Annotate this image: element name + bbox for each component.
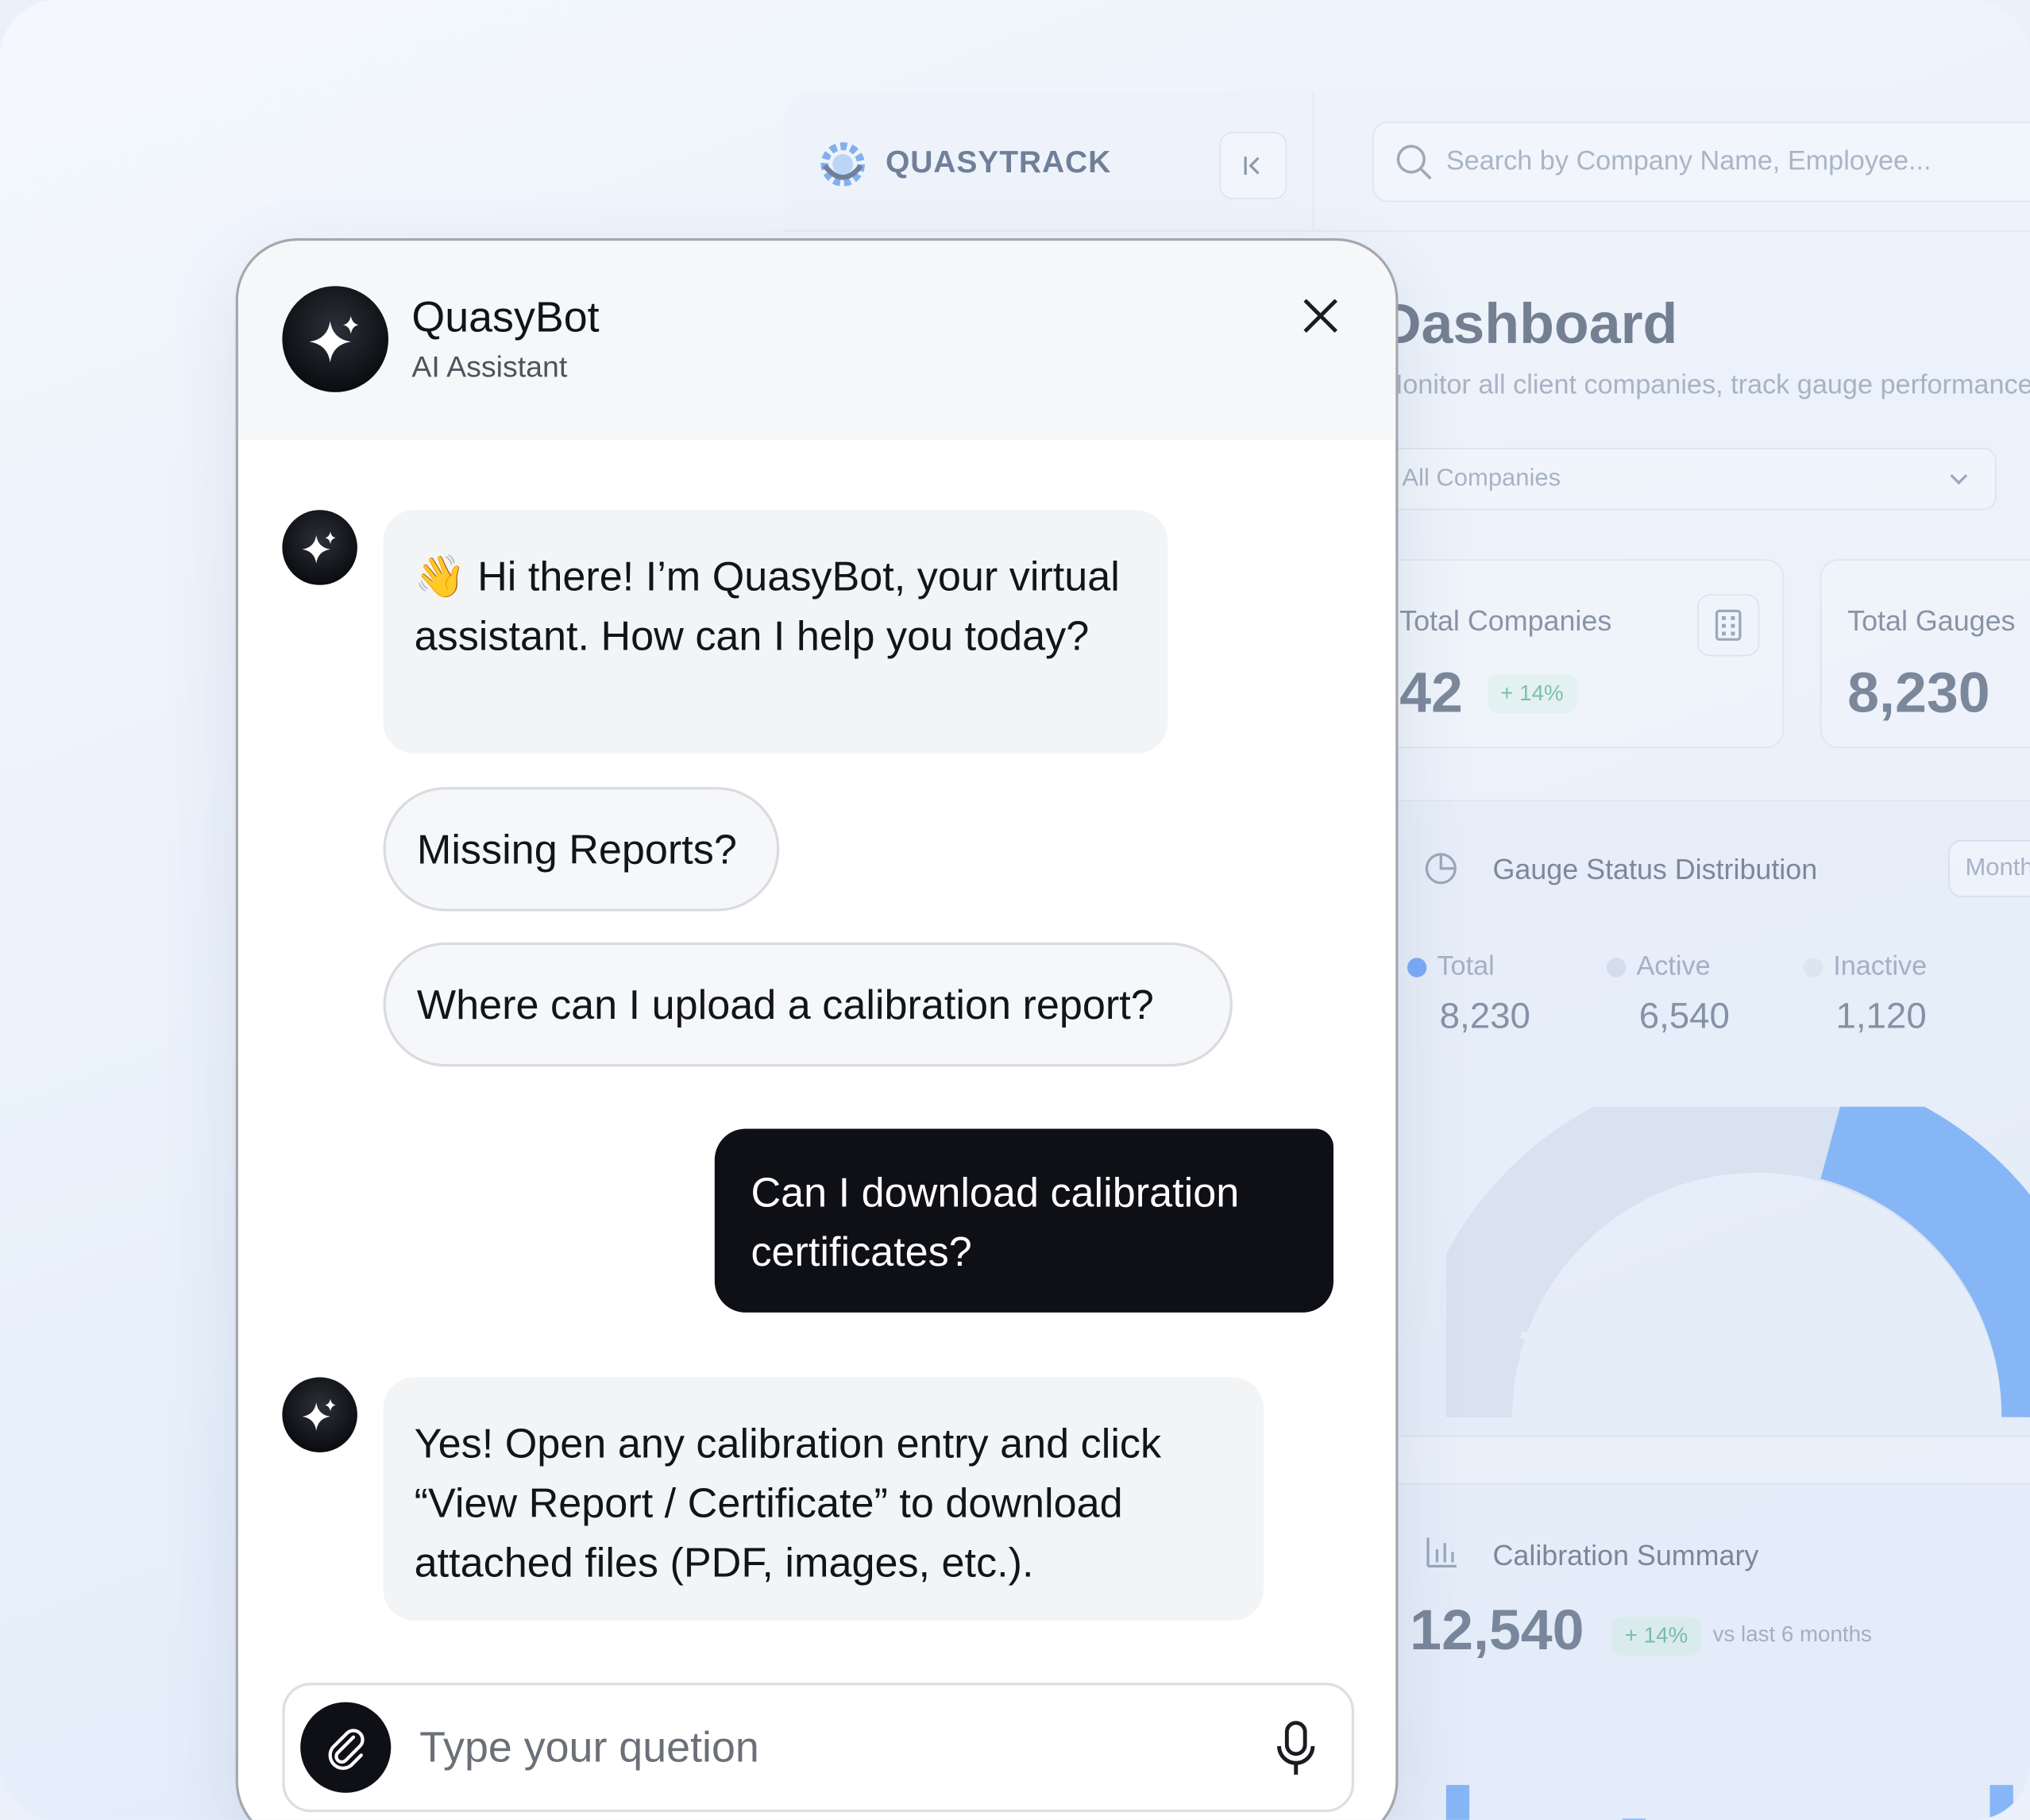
sidebar-divider bbox=[1312, 91, 1314, 231]
calibration-summary-panel: Calibration Summary 12,540 + 14% vs last… bbox=[1377, 1483, 2030, 1820]
sparkle-icon bbox=[302, 1398, 336, 1431]
calibration-bar bbox=[1989, 1784, 2013, 1820]
legend-item-total: Total 8,230 bbox=[1407, 951, 1530, 1037]
paperclip-icon bbox=[328, 1729, 365, 1770]
sparkle-icon bbox=[302, 531, 336, 564]
calibration-bar bbox=[1445, 1784, 1470, 1820]
calibration-total: 12,540 bbox=[1410, 1598, 1584, 1663]
question-input[interactable] bbox=[419, 1714, 1222, 1782]
gauge-status-chart bbox=[1445, 1106, 2030, 1418]
bot-avatar-small bbox=[282, 1377, 357, 1452]
page-title: Dashboard bbox=[1380, 292, 1678, 357]
company-filter-value: All Companies bbox=[1402, 465, 1561, 492]
gauge-segment-active bbox=[1820, 1106, 2030, 1418]
pie-chart-icon-box bbox=[1415, 843, 1467, 894]
suggestion-chip[interactable]: Where can I upload a calibration report? bbox=[383, 942, 1233, 1067]
legend-dot bbox=[1606, 957, 1627, 977]
building-icon bbox=[1715, 609, 1742, 641]
page-subtitle: Monitor all client companies, track gaug… bbox=[1380, 370, 2030, 400]
sparkle-icon bbox=[309, 315, 359, 363]
bar-chart-icon bbox=[1426, 1537, 1457, 1568]
company-filter-select[interactable]: All Companies bbox=[1380, 448, 1997, 511]
panel-title: Gauge Status Distribution bbox=[1492, 853, 1818, 885]
legend-dot bbox=[1803, 957, 1824, 977]
period-value: Monthly bbox=[1965, 854, 2030, 882]
stat-label: Total Companies bbox=[1399, 604, 1612, 638]
close-chat-button[interactable] bbox=[1295, 290, 1346, 341]
collapse-sidebar-icon bbox=[1244, 156, 1260, 175]
legend-value: 8,230 bbox=[1439, 995, 1530, 1036]
bot-role: AI Assistant bbox=[411, 349, 568, 384]
search-placeholder: Search by Company Name, Employee... bbox=[1445, 146, 1932, 176]
bot-message-greeting: 👋 Hi there! I’m QuasyBot, your virtual a… bbox=[383, 510, 1168, 754]
legend-item-inactive: Inactive 1,120 bbox=[1803, 951, 1928, 1037]
legend-label: Total bbox=[1437, 951, 1495, 981]
pie-chart-icon bbox=[1425, 853, 1457, 885]
user-message: Can I download calibration certificates? bbox=[714, 1128, 1334, 1313]
legend-item-active: Active 6,540 bbox=[1606, 951, 1730, 1037]
app-stage: QUASYTRACK Search by Company Name, Emplo… bbox=[0, 0, 2030, 1820]
bot-avatar-small bbox=[282, 510, 357, 585]
calibration-note: vs last 6 months bbox=[1712, 1621, 1872, 1647]
microphone-icon bbox=[1277, 1721, 1315, 1775]
stat-card-total-gauges[interactable]: Total Gauges 8,230 bbox=[1820, 559, 2030, 749]
bot-message-reply: Yes! Open any calibration entry and clic… bbox=[383, 1377, 1264, 1621]
bot-name: QuasyBot bbox=[411, 292, 600, 341]
stat-value: 42 bbox=[1399, 661, 1463, 725]
search-icon bbox=[1396, 145, 1432, 180]
close-icon bbox=[1303, 299, 1337, 334]
brand-logo[interactable]: QUASYTRACK bbox=[813, 137, 1111, 189]
collapse-sidebar-button[interactable] bbox=[1219, 132, 1287, 200]
stat-label: Total Gauges bbox=[1847, 604, 2016, 638]
legend-value: 1,120 bbox=[1835, 995, 1927, 1036]
logo-gear-icon bbox=[820, 142, 865, 187]
suggestion-chip[interactable]: Missing Reports? bbox=[383, 787, 780, 912]
legend-label: Active bbox=[1636, 951, 1711, 981]
voice-input-button[interactable] bbox=[1261, 1714, 1331, 1783]
stat-change-badge: + 14% bbox=[1487, 674, 1577, 714]
legend-value: 6,540 bbox=[1638, 995, 1730, 1036]
panel-title: Calibration Summary bbox=[1492, 1539, 1759, 1571]
bar-chart-icon-box bbox=[1415, 1526, 1467, 1578]
chat-header: QuasyBot AI Assistant bbox=[237, 241, 1396, 441]
chevron-down-icon bbox=[1950, 474, 1968, 485]
legend-label: Inactive bbox=[1833, 951, 1928, 981]
stat-value: 8,230 bbox=[1847, 661, 1990, 725]
building-icon-box bbox=[1697, 594, 1760, 657]
calibration-change-badge: + 14% bbox=[1611, 1616, 1701, 1656]
global-search[interactable]: Search by Company Name, Employee... bbox=[1372, 121, 2030, 202]
legend-dot bbox=[1407, 957, 1427, 977]
period-select[interactable]: Monthly bbox=[1948, 839, 2030, 897]
attach-file-button[interactable] bbox=[300, 1702, 392, 1793]
gauge-status-panel: Gauge Status Distribution Monthly Total … bbox=[1377, 800, 2030, 1437]
stat-card-total-companies[interactable]: Total Companies 42 + 14% bbox=[1354, 559, 1785, 749]
brand-name: QUASYTRACK bbox=[885, 145, 1112, 180]
message-composer bbox=[282, 1683, 1355, 1813]
bot-avatar bbox=[282, 286, 389, 392]
chatbot-window: QuasyBot AI Assistant 👋 Hi there! I’m Qu… bbox=[235, 237, 1399, 1820]
